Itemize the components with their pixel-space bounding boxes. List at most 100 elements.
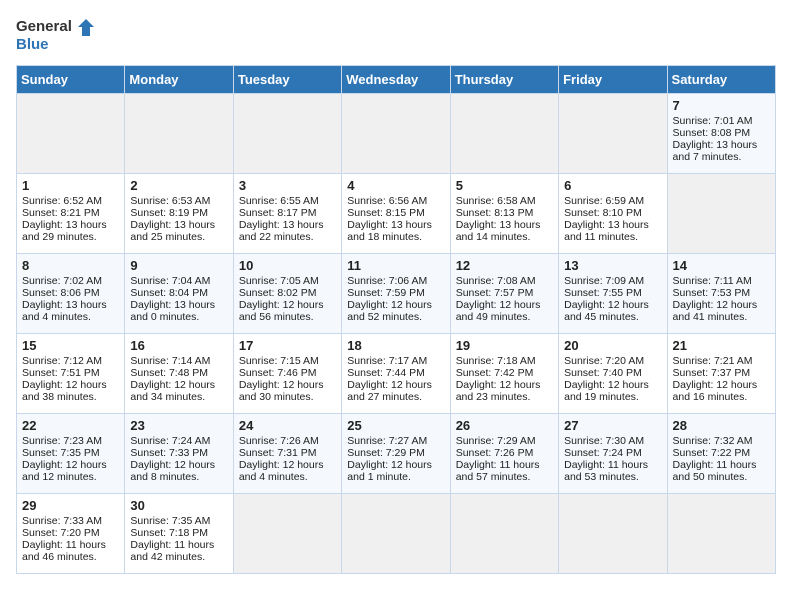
daylight-text: Daylight: 12 hours and 23 minutes. — [456, 379, 541, 403]
sunset-text: Sunset: 7:44 PM — [347, 367, 425, 379]
sunset-text: Sunset: 8:17 PM — [239, 207, 317, 219]
calendar-cell: 19Sunrise: 7:18 AMSunset: 7:42 PMDayligh… — [450, 334, 558, 414]
day-number: 10 — [239, 258, 336, 273]
daylight-text: Daylight: 12 hours and 56 minutes. — [239, 299, 324, 323]
sunrise-text: Sunrise: 7:01 AM — [673, 115, 753, 127]
sunset-text: Sunset: 7:22 PM — [673, 447, 751, 459]
calendar-cell: 18Sunrise: 7:17 AMSunset: 7:44 PMDayligh… — [342, 334, 450, 414]
sunrise-text: Sunrise: 7:29 AM — [456, 435, 536, 447]
sunrise-text: Sunrise: 7:23 AM — [22, 435, 102, 447]
day-number: 22 — [22, 418, 119, 433]
day-number: 9 — [130, 258, 227, 273]
calendar-cell: 28Sunrise: 7:32 AMSunset: 7:22 PMDayligh… — [667, 414, 775, 494]
calendar-cell: 23Sunrise: 7:24 AMSunset: 7:33 PMDayligh… — [125, 414, 233, 494]
calendar-week-row: 15Sunrise: 7:12 AMSunset: 7:51 PMDayligh… — [17, 334, 776, 414]
calendar-cell: 8Sunrise: 7:02 AMSunset: 8:06 PMDaylight… — [17, 254, 125, 334]
logo-flag-icon — [74, 16, 96, 38]
daylight-text: Daylight: 11 hours and 50 minutes. — [673, 459, 757, 483]
logo-general-text: General — [16, 18, 72, 35]
day-number: 26 — [456, 418, 553, 433]
calendar-cell: 27Sunrise: 7:30 AMSunset: 7:24 PMDayligh… — [559, 414, 667, 494]
calendar-week-row: 1 Sunrise: 6:52 AMSunset: 8:21 PM Daylight… — [17, 174, 776, 254]
daylight-text: Daylight: 13 hours and 7 minutes. — [673, 139, 758, 163]
day-number: 4 — [347, 178, 444, 193]
daylight-text: Daylight: 12 hours and 38 minutes. — [22, 379, 107, 403]
calendar-cell — [667, 174, 775, 254]
calendar-cell: 5Sunrise: 6:58 AMSunset: 8:13 PMDaylight… — [450, 174, 558, 254]
weekday-header-tuesday: Tuesday — [233, 66, 341, 94]
sunset-text: Sunset: 8:08 PM — [673, 127, 751, 139]
sunset-text: Sunset: 7:46 PM — [239, 367, 317, 379]
day-number: 21 — [673, 338, 770, 353]
weekday-header-friday: Friday — [559, 66, 667, 94]
day-number: 5 — [456, 178, 553, 193]
weekday-header-wednesday: Wednesday — [342, 66, 450, 94]
calendar-cell: 14Sunrise: 7:11 AMSunset: 7:53 PMDayligh… — [667, 254, 775, 334]
sunset-text: Sunset: 7:59 PM — [347, 287, 425, 299]
daylight-text: Daylight: 13 hours and 14 minutes. — [456, 219, 541, 243]
sunrise-text: Sunrise: 7:08 AM — [456, 275, 536, 287]
sunset-text: Sunset: 7:42 PM — [456, 367, 534, 379]
daylight-text: Daylight: 12 hours and 45 minutes. — [564, 299, 649, 323]
calendar-cell: 11Sunrise: 7:06 AMSunset: 7:59 PMDayligh… — [342, 254, 450, 334]
sunset-text: Sunset: 7:57 PM — [456, 287, 534, 299]
calendar-week-row: 22Sunrise: 7:23 AMSunset: 7:35 PMDayligh… — [17, 414, 776, 494]
daylight-text: Daylight: 11 hours and 42 minutes. — [130, 539, 214, 563]
sunrise-text: Sunrise: 7:15 AM — [239, 355, 319, 367]
day-number: 2 — [130, 178, 227, 193]
sunrise-text: Sunrise: 7:14 AM — [130, 355, 210, 367]
sunrise-text: Sunrise: 7:20 AM — [564, 355, 644, 367]
calendar-cell: 13Sunrise: 7:09 AMSunset: 7:55 PMDayligh… — [559, 254, 667, 334]
sunrise-text: Sunrise: 6:53 AM — [130, 195, 210, 207]
sunset-text: Sunset: 8:02 PM — [239, 287, 317, 299]
sunrise-text: Sunrise: 7:21 AM — [673, 355, 753, 367]
sunrise-text: Sunrise: 6:55 AM — [239, 195, 319, 207]
daylight-text: Daylight: 11 hours and 46 minutes. — [22, 539, 106, 563]
calendar-cell — [125, 94, 233, 174]
calendar-cell — [559, 494, 667, 574]
sunset-text: Sunset: 8:15 PM — [347, 207, 425, 219]
day-number: 19 — [456, 338, 553, 353]
day-number: 29 — [22, 498, 119, 513]
day-number: 15 — [22, 338, 119, 353]
daylight-text: Daylight: 12 hours and 19 minutes. — [564, 379, 649, 403]
sunset-text: Sunset: 7:18 PM — [130, 527, 208, 539]
weekday-header-sunday: Sunday — [17, 66, 125, 94]
daylight-text: Daylight: 13 hours and 11 minutes. — [564, 219, 649, 243]
daylight-text: Daylight: 12 hours and 1 minute. — [347, 459, 432, 483]
sunrise-text: Sunrise: 7:02 AM — [22, 275, 102, 287]
day-number: 20 — [564, 338, 661, 353]
daylight-text: Daylight: 12 hours and 41 minutes. — [673, 299, 758, 323]
day-number: 11 — [347, 258, 444, 273]
day-number: 27 — [564, 418, 661, 433]
calendar-week-row: 7Sunrise: 7:01 AMSunset: 8:08 PMDaylight… — [17, 94, 776, 174]
calendar-cell: 4Sunrise: 6:56 AMSunset: 8:15 PMDaylight… — [342, 174, 450, 254]
daylight-text: Daylight: 13 hours and 18 minutes. — [347, 219, 432, 243]
daylight-text: Daylight: 13 hours and 25 minutes. — [130, 219, 215, 243]
sunrise-text: Sunrise: 7:09 AM — [564, 275, 644, 287]
sunset-text: Sunset: 8:04 PM — [130, 287, 208, 299]
calendar-cell — [342, 494, 450, 574]
sunset-text: Sunset: 7:24 PM — [564, 447, 642, 459]
day-number: 12 — [456, 258, 553, 273]
day-number: 8 — [22, 258, 119, 273]
calendar-cell: 15Sunrise: 7:12 AMSunset: 7:51 PMDayligh… — [17, 334, 125, 414]
weekday-header-monday: Monday — [125, 66, 233, 94]
calendar-cell: 17Sunrise: 7:15 AMSunset: 7:46 PMDayligh… — [233, 334, 341, 414]
day-number: 3 — [239, 178, 336, 193]
day-number: 1 — [22, 178, 119, 193]
sunrise-text: Sunrise: 7:35 AM — [130, 515, 210, 527]
sunset-text: Sunset: 8:06 PM — [22, 287, 100, 299]
daylight-text: Daylight: 12 hours and 4 minutes. — [239, 459, 324, 483]
sunset-text: Sunset: 8:21 PM — [22, 207, 100, 219]
day-number: 30 — [130, 498, 227, 513]
sunset-text: Sunset: 7:20 PM — [22, 527, 100, 539]
calendar-cell: 1Sunrise: 6:52 AMSunset: 8:21 PMDaylight… — [17, 174, 125, 254]
sunrise-text: Sunrise: 6:52 AM — [22, 195, 102, 207]
day-number: 18 — [347, 338, 444, 353]
logo-blue-text: Blue — [16, 36, 49, 53]
daylight-text: Daylight: 12 hours and 8 minutes. — [130, 459, 215, 483]
day-number: 14 — [673, 258, 770, 273]
sunset-text: Sunset: 8:19 PM — [130, 207, 208, 219]
daylight-text: Daylight: 12 hours and 30 minutes. — [239, 379, 324, 403]
